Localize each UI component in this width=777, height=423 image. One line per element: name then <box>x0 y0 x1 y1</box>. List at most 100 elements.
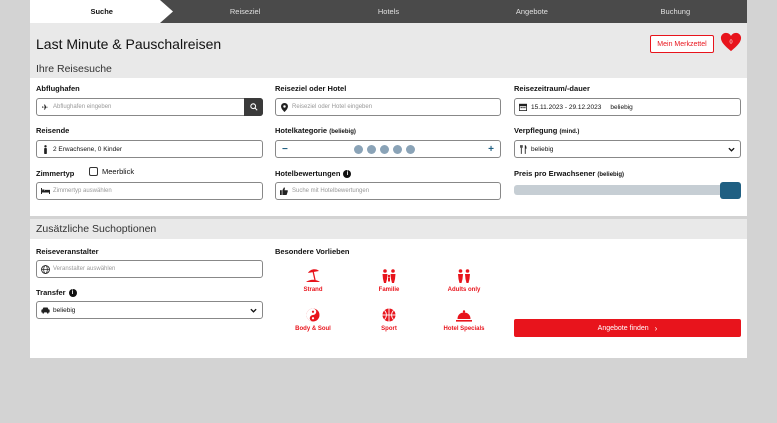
verpflegung-qualifier: (mind.) <box>559 129 580 135</box>
vorliebe-sport[interactable]: Sport <box>359 304 419 332</box>
vorliebe-body-soul[interactable]: Body & Soul <box>283 304 343 332</box>
globe-icon <box>37 264 53 274</box>
star-dot[interactable] <box>379 144 389 154</box>
heart-icon[interactable]: 0 <box>720 31 742 53</box>
price-slider-handle[interactable] <box>720 182 741 199</box>
bewertungen-field[interactable]: Suche mit Hotelbewertungen <box>275 182 501 200</box>
bewertungen-label: Hotelbewertungen i <box>275 169 352 178</box>
vorliebe-hotel-specials[interactable]: Hotel Specials <box>434 304 494 332</box>
merkzettel-count: 0 <box>729 39 732 45</box>
chevron-down-icon <box>250 308 257 313</box>
step-suche[interactable]: Suche <box>30 0 174 23</box>
reisende-field[interactable]: 2 Erwachsene, 0 Kinder <box>36 140 263 158</box>
person-icon <box>37 144 53 154</box>
veranstalter-placeholder: Veranstalter auswählen <box>53 266 116 272</box>
verpflegung-label: Verpflegung (mind.) <box>514 126 579 135</box>
yin-yang-icon <box>306 308 320 322</box>
vorliebe-label: Strand <box>303 287 323 293</box>
chevron-right-icon: › <box>654 323 658 333</box>
transfer-select[interactable]: beliebig <box>36 301 263 319</box>
bed-icon <box>37 188 53 194</box>
cutlery-icon <box>515 144 531 154</box>
star-dot[interactable] <box>405 144 415 154</box>
step-hotels[interactable]: Hotels <box>317 0 460 23</box>
veranstalter-label: Reiseveranstalter <box>36 247 99 256</box>
transfer-value: beliebig <box>53 306 76 314</box>
star-dot[interactable] <box>392 144 402 154</box>
calendar-icon <box>515 103 531 111</box>
submit-button[interactable]: Angebote finden › <box>514 319 741 337</box>
vorliebe-adults-only[interactable]: Adults only <box>434 265 494 293</box>
preis-label-text: Preis pro Erwachsener <box>514 169 596 178</box>
vorliebe-label: Hotel Specials <box>443 326 485 332</box>
hotelkategorie-qualifier: (beliebig) <box>329 129 356 135</box>
preis-label: Preis pro Erwachsener (beliebig) <box>514 169 624 178</box>
meerblick-label: Meerblick <box>102 167 135 176</box>
search-panel: Last Minute & Pauschalreisen Mein Merkze… <box>30 23 747 216</box>
reisende-value: 2 Erwachsene, 0 Kinder <box>53 145 123 153</box>
star-dot[interactable] <box>353 144 363 154</box>
zeitraum-label: Reisezeitraum/-dauer <box>514 84 590 93</box>
vorliebe-label: Familie <box>378 287 400 293</box>
section-title-options: Zusätzliche Suchoptionen <box>36 223 157 235</box>
section-title-search: Ihre Reisesuche <box>36 63 112 75</box>
verpflegung-select[interactable]: beliebig <box>514 140 741 158</box>
transfer-label: Transfer i <box>36 288 77 297</box>
reiseziel-label: Reiseziel oder Hotel <box>275 84 347 93</box>
bewertungen-label-text: Hotelbewertungen <box>275 169 341 178</box>
verpflegung-label-text: Verpflegung <box>514 126 558 135</box>
thumbs-up-icon <box>276 187 292 195</box>
step-angebote[interactable]: Angebote <box>460 0 603 23</box>
hotelkategorie-label-text: Hotelkategorie <box>275 126 328 135</box>
vorliebe-familie[interactable]: Familie <box>359 265 419 293</box>
info-icon[interactable]: i <box>343 169 352 178</box>
options-form: Reiseveranstalter Veranstalter auswählen… <box>30 239 747 358</box>
stars-plus-button[interactable]: + <box>488 144 494 155</box>
merkzettel-button[interactable]: Mein Merkzettel <box>650 35 714 53</box>
meerblick-option[interactable]: Meerblick <box>89 167 134 176</box>
info-icon[interactable]: i <box>68 288 77 297</box>
options-panel: Zusätzliche Suchoptionen Reiseveranstalt… <box>30 219 747 358</box>
location-pin-icon <box>276 102 292 112</box>
vorlieben-label: Besondere Vorlieben <box>275 247 350 256</box>
star-dot[interactable] <box>366 144 376 154</box>
beach-umbrella-icon <box>306 269 320 282</box>
submit-label: Angebote finden <box>597 324 649 332</box>
search-icon <box>249 103 258 111</box>
star-rating[interactable] <box>353 144 415 154</box>
preis-qualifier: (beliebig) <box>597 172 625 178</box>
veranstalter-field[interactable]: Veranstalter auswählen <box>36 260 263 278</box>
stars-minus-button[interactable]: − <box>282 144 288 155</box>
meerblick-checkbox[interactable] <box>89 167 98 176</box>
reisende-label: Reisende <box>36 126 70 135</box>
vorliebe-strand[interactable]: Strand <box>283 265 343 293</box>
price-slider-track[interactable] <box>514 185 741 195</box>
vorliebe-label: Body & Soul <box>295 326 331 332</box>
transfer-label-text: Transfer <box>36 288 66 297</box>
verpflegung-value: beliebig <box>531 145 554 153</box>
step-reiseziel[interactable]: Reiseziel <box>173 0 316 23</box>
page-title: Last Minute & Pauschalreisen <box>36 36 222 52</box>
reiseziel-field[interactable]: Reiseziel oder Hotel eingeben <box>275 98 501 116</box>
cloche-icon <box>456 310 472 322</box>
zeitraum-field[interactable]: 15.11.2023 - 29.12.2023 beliebig <box>514 98 741 116</box>
zimmertyp-field[interactable]: Zimmertyp auswählen <box>36 182 263 200</box>
zeitraum-dates: 15.11.2023 - 29.12.2023 <box>531 103 602 111</box>
basketball-icon <box>382 308 396 322</box>
family-icon <box>382 269 396 283</box>
abflughafen-field[interactable]: ✈ Abflughafen eingeben <box>36 98 263 116</box>
vorliebe-label: Adults only <box>447 287 481 293</box>
search-form: Abflughafen ✈ Abflughafen eingeben Reise… <box>30 78 747 216</box>
search-button[interactable] <box>244 98 263 116</box>
hotelkategorie-field: − + <box>275 140 501 158</box>
zimmertyp-placeholder: Zimmertyp auswählen <box>53 188 112 194</box>
zeitraum-duration: beliebig <box>610 103 633 111</box>
car-icon <box>37 307 53 314</box>
step-navigation: Suche Reiseziel Hotels Angebote Buchung <box>30 0 747 23</box>
plane-icon: ✈ <box>41 102 49 112</box>
abflughafen-label: Abflughafen <box>36 84 80 93</box>
bewertungen-placeholder: Suche mit Hotelbewertungen <box>292 188 370 194</box>
step-buchung[interactable]: Buchung <box>604 0 747 23</box>
abflughafen-placeholder: Abflughafen eingeben <box>53 104 112 110</box>
zimmertyp-label: Zimmertyp <box>36 169 75 178</box>
